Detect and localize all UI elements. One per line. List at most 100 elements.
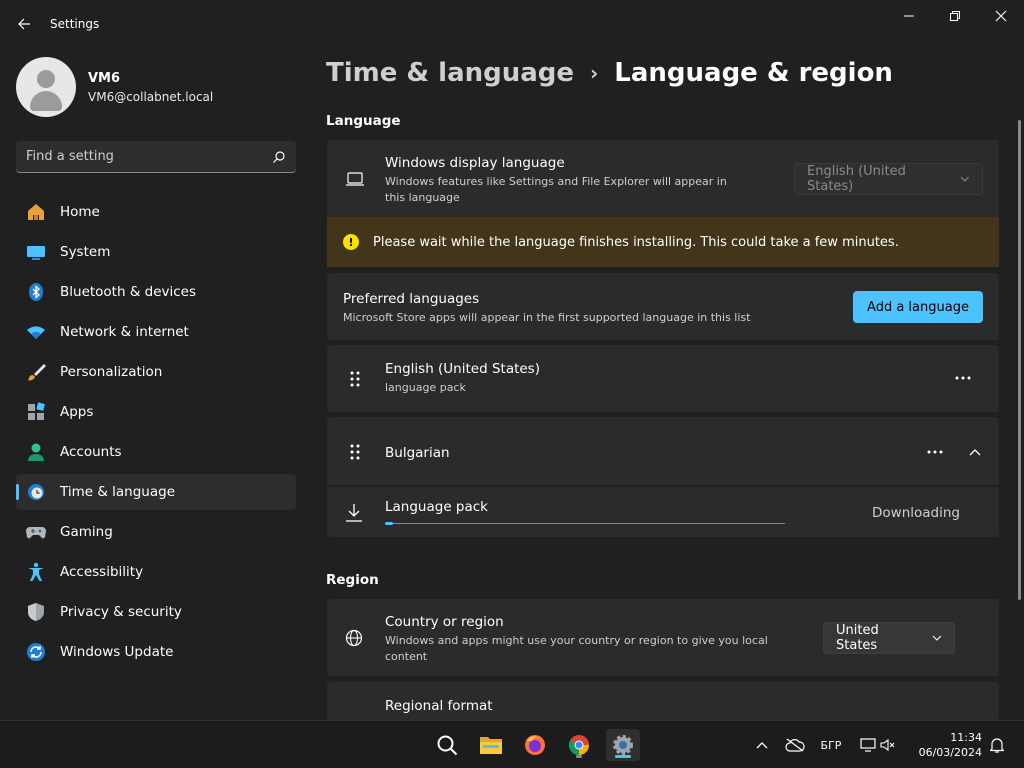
chevron-down-icon bbox=[932, 635, 942, 641]
bluetooth-icon bbox=[26, 282, 46, 302]
wifi-icon bbox=[26, 322, 46, 342]
avatar bbox=[16, 57, 76, 117]
restore-button[interactable] bbox=[935, 4, 975, 28]
sidebar-item-apps[interactable]: Apps bbox=[16, 394, 296, 430]
warning-icon: ! bbox=[343, 234, 359, 250]
sidebar-item-label: Accessibility bbox=[60, 564, 144, 580]
close-icon bbox=[995, 10, 1007, 22]
sidebar-item-network[interactable]: Network & internet bbox=[16, 314, 296, 350]
search-icon bbox=[437, 735, 458, 756]
taskbar-settings[interactable] bbox=[606, 729, 640, 761]
sidebar-item-accounts[interactable]: Accounts bbox=[16, 434, 296, 470]
language-pack-row: Language pack Downloading bbox=[327, 487, 999, 537]
taskbar: БГР 11:34 06/03/2024 bbox=[0, 720, 1024, 768]
country-region-dropdown[interactable]: United States bbox=[823, 622, 955, 654]
shield-icon bbox=[26, 602, 46, 622]
file-explorer-icon bbox=[480, 737, 502, 754]
display-language-description: Windows features like Settings and File … bbox=[385, 175, 727, 204]
display-language-title: Windows display language bbox=[385, 155, 565, 171]
home-icon bbox=[26, 202, 46, 222]
close-button[interactable] bbox=[981, 4, 1021, 28]
sidebar-item-accessibility[interactable]: Accessibility bbox=[16, 554, 296, 590]
more-options-icon[interactable] bbox=[927, 450, 943, 454]
download-icon bbox=[346, 504, 362, 522]
preferred-languages-description: Microsoft Store apps will appear in the … bbox=[343, 311, 751, 324]
profile-email: VM6@collabnet.local bbox=[88, 89, 214, 104]
sidebar-item-windows-update[interactable]: Windows Update bbox=[16, 634, 296, 670]
country-region-card: Country or region Windows and apps might… bbox=[327, 599, 999, 676]
sidebar-item-gaming[interactable]: Gaming bbox=[16, 514, 296, 550]
page-title: Language & region bbox=[614, 58, 893, 88]
sidebar-item-bluetooth[interactable]: Bluetooth & devices bbox=[16, 274, 296, 310]
sidebar-item-label: Windows Update bbox=[60, 644, 174, 660]
more-options-icon[interactable] bbox=[955, 376, 971, 380]
sidebar-item-label: Apps bbox=[60, 404, 94, 420]
search-input[interactable] bbox=[26, 149, 272, 164]
system-icon bbox=[26, 242, 46, 262]
sidebar-item-system[interactable]: System bbox=[16, 234, 296, 270]
firefox-icon bbox=[525, 735, 545, 755]
sidebar-item-time-language[interactable]: Time & language bbox=[16, 474, 296, 510]
language-name: Bulgarian bbox=[385, 445, 450, 461]
clock-date: 06/03/2024 bbox=[918, 746, 982, 759]
taskbar-firefox[interactable] bbox=[518, 729, 552, 761]
notifications-button[interactable] bbox=[988, 733, 1006, 757]
sidebar-item-label: Bluetooth & devices bbox=[60, 284, 197, 300]
tray-language-indicator[interactable]: БГР bbox=[816, 733, 846, 757]
tray-network-volume[interactable] bbox=[858, 733, 898, 757]
preferred-languages-title: Preferred languages bbox=[343, 291, 480, 307]
gamepad-icon bbox=[26, 522, 46, 542]
add-language-button[interactable]: Add a language bbox=[853, 291, 983, 323]
sidebar-item-label: Home bbox=[60, 204, 100, 220]
breadcrumb-parent[interactable]: Time & language bbox=[326, 58, 574, 88]
minimize-button[interactable] bbox=[889, 4, 929, 28]
taskbar-file-explorer[interactable] bbox=[474, 729, 508, 761]
language-row-english[interactable]: English (United States) language pack bbox=[327, 345, 999, 412]
accounts-icon bbox=[26, 442, 46, 462]
country-region-title: Country or region bbox=[385, 614, 504, 630]
sidebar-item-personalization[interactable]: Personalization bbox=[16, 354, 296, 390]
section-title-region: Region bbox=[326, 572, 379, 588]
language-sub: language pack bbox=[385, 381, 466, 394]
sidebar-item-privacy[interactable]: Privacy & security bbox=[16, 594, 296, 630]
taskbar-chrome[interactable] bbox=[562, 729, 596, 761]
drag-handle-icon[interactable] bbox=[349, 443, 361, 461]
warning-text: Please wait while the language finishes … bbox=[373, 234, 899, 250]
sidebar-item-label: Privacy & security bbox=[60, 604, 182, 620]
laptop-icon bbox=[346, 172, 364, 186]
sidebar-item-home[interactable]: Home bbox=[16, 194, 296, 230]
chevron-up-icon[interactable] bbox=[969, 448, 981, 456]
country-region-description: Windows and apps might use your country … bbox=[385, 634, 768, 663]
sidebar-item-label: Time & language bbox=[60, 484, 176, 500]
volume-muted-icon bbox=[880, 738, 895, 752]
tray-onedrive[interactable] bbox=[784, 733, 806, 757]
brush-icon bbox=[26, 362, 46, 382]
update-icon bbox=[26, 642, 46, 662]
user-profile[interactable]: VM6 VM6@collabnet.local bbox=[16, 57, 213, 117]
cloud-offline-icon bbox=[785, 738, 805, 752]
chevron-up-icon bbox=[756, 742, 768, 749]
chevron-down-icon bbox=[960, 176, 970, 182]
app-title: Settings bbox=[50, 17, 100, 31]
clock-time: 11:34 bbox=[950, 731, 982, 744]
dropdown-value: United States bbox=[836, 623, 879, 653]
tray-overflow-button[interactable] bbox=[752, 733, 772, 757]
download-progress-track bbox=[385, 523, 785, 524]
taskbar-search-button[interactable] bbox=[430, 729, 464, 761]
bell-icon bbox=[990, 738, 1004, 753]
regional-format-title: Regional format bbox=[385, 698, 493, 714]
back-button[interactable] bbox=[10, 10, 38, 38]
taskbar-clock[interactable]: 11:34 06/03/2024 bbox=[918, 730, 982, 760]
sidebar-nav: Home System Bluetooth & devices Network … bbox=[16, 194, 296, 674]
drag-handle-icon[interactable] bbox=[349, 370, 361, 388]
display-language-dropdown[interactable]: English (United States) bbox=[794, 163, 983, 195]
language-row-bulgarian[interactable]: Bulgarian bbox=[327, 417, 999, 485]
breadcrumb: Time & language › Language & region bbox=[326, 58, 893, 88]
language-pack-label: Language pack bbox=[385, 499, 488, 515]
minimize-icon bbox=[904, 15, 914, 17]
scrollbar[interactable] bbox=[1018, 120, 1021, 600]
chrome-icon bbox=[568, 735, 589, 756]
install-warning-banner: ! Please wait while the language finishe… bbox=[327, 217, 999, 267]
search-box[interactable] bbox=[16, 141, 296, 173]
apps-icon bbox=[26, 402, 46, 422]
